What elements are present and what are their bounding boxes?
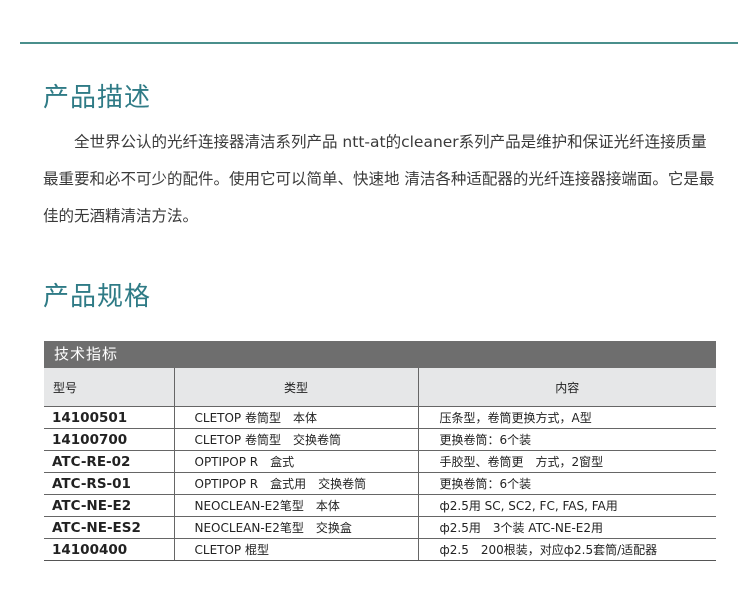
cell-type: OPTIPOP R 盒式 (173, 450, 419, 473)
cell-content: 更换卷筒：6个装 (417, 428, 716, 451)
spec-table: 型号 类型 内容 14100501 CLETOP 卷筒型 本体 压条型，卷筒更换… (44, 368, 716, 561)
cell-type: OPTIPOP R 盒式用 交换卷筒 (173, 472, 419, 495)
top-divider (20, 42, 738, 44)
cell-type: CLETOP 卷筒型 本体 (173, 406, 419, 429)
column-header-content: 内容 (417, 368, 716, 407)
cell-model: ATC-NE-ES2 (44, 516, 175, 539)
cell-model: ATC-NE-E2 (44, 494, 175, 517)
product-description-heading: 产品描述 (43, 83, 152, 113)
cell-content: ф2.5 200根装，对应ф2.5套筒/适配器 (417, 538, 716, 561)
cell-type: CLETOP 棍型 (173, 538, 419, 561)
table-row: ATC-NE-E2 NEOCLEAN-E2笔型 本体 ф2.5用 SC, SC2… (44, 494, 716, 517)
cell-content: ф2.5用 3个装 ATC-NE-E2用 (417, 516, 716, 539)
product-spec-heading: 产品规格 (43, 282, 152, 312)
table-row: ATC-RS-01 OPTIPOP R 盒式用 交换卷筒 更换卷筒：6个装 (44, 472, 716, 495)
cell-model: 14100700 (44, 428, 175, 451)
column-header-model: 型号 (44, 368, 175, 407)
table-row: 14100400 CLETOP 棍型 ф2.5 200根装，对应ф2.5套筒/适… (44, 538, 716, 561)
cell-type: NEOCLEAN-E2笔型 本体 (173, 494, 419, 517)
spec-table-panel: 技术指标 型号 类型 内容 14100501 CLETOP 卷筒型 本体 压条型… (44, 341, 716, 561)
cell-model: ATC-RS-01 (44, 472, 175, 495)
column-header-type: 类型 (173, 368, 419, 407)
cell-content: 压条型，卷筒更换方式，A型 (417, 406, 716, 429)
cell-model: 14100501 (44, 406, 175, 429)
table-row: 14100700 CLETOP 卷筒型 交换卷筒 更换卷筒：6个装 (44, 428, 716, 451)
cell-content: ф2.5用 SC, SC2, FC, FAS, FA用 (417, 494, 716, 517)
table-row: ATC-RE-02 OPTIPOP R 盒式 手胶型、卷筒更 方式，2窗型 (44, 450, 716, 473)
spec-table-header-row: 型号 类型 内容 (44, 368, 716, 407)
product-description-text: 全世界公认的光纤连接器清洁系列产品 ntt-at的cleaner系列产品是维护和… (43, 133, 715, 225)
table-row: 14100501 CLETOP 卷筒型 本体 压条型，卷筒更换方式，A型 (44, 406, 716, 429)
cell-model: 14100400 (44, 538, 175, 561)
cell-type: CLETOP 卷筒型 交换卷筒 (173, 428, 419, 451)
cell-content: 手胶型、卷筒更 方式，2窗型 (417, 450, 716, 473)
cell-model: ATC-RE-02 (44, 450, 175, 473)
cell-content: 更换卷筒：6个装 (417, 472, 716, 495)
cell-type: NEOCLEAN-E2笔型 交换盒 (173, 516, 419, 539)
table-row: ATC-NE-ES2 NEOCLEAN-E2笔型 交换盒 ф2.5用 3个装 A… (44, 516, 716, 539)
spec-table-title: 技术指标 (44, 341, 716, 368)
